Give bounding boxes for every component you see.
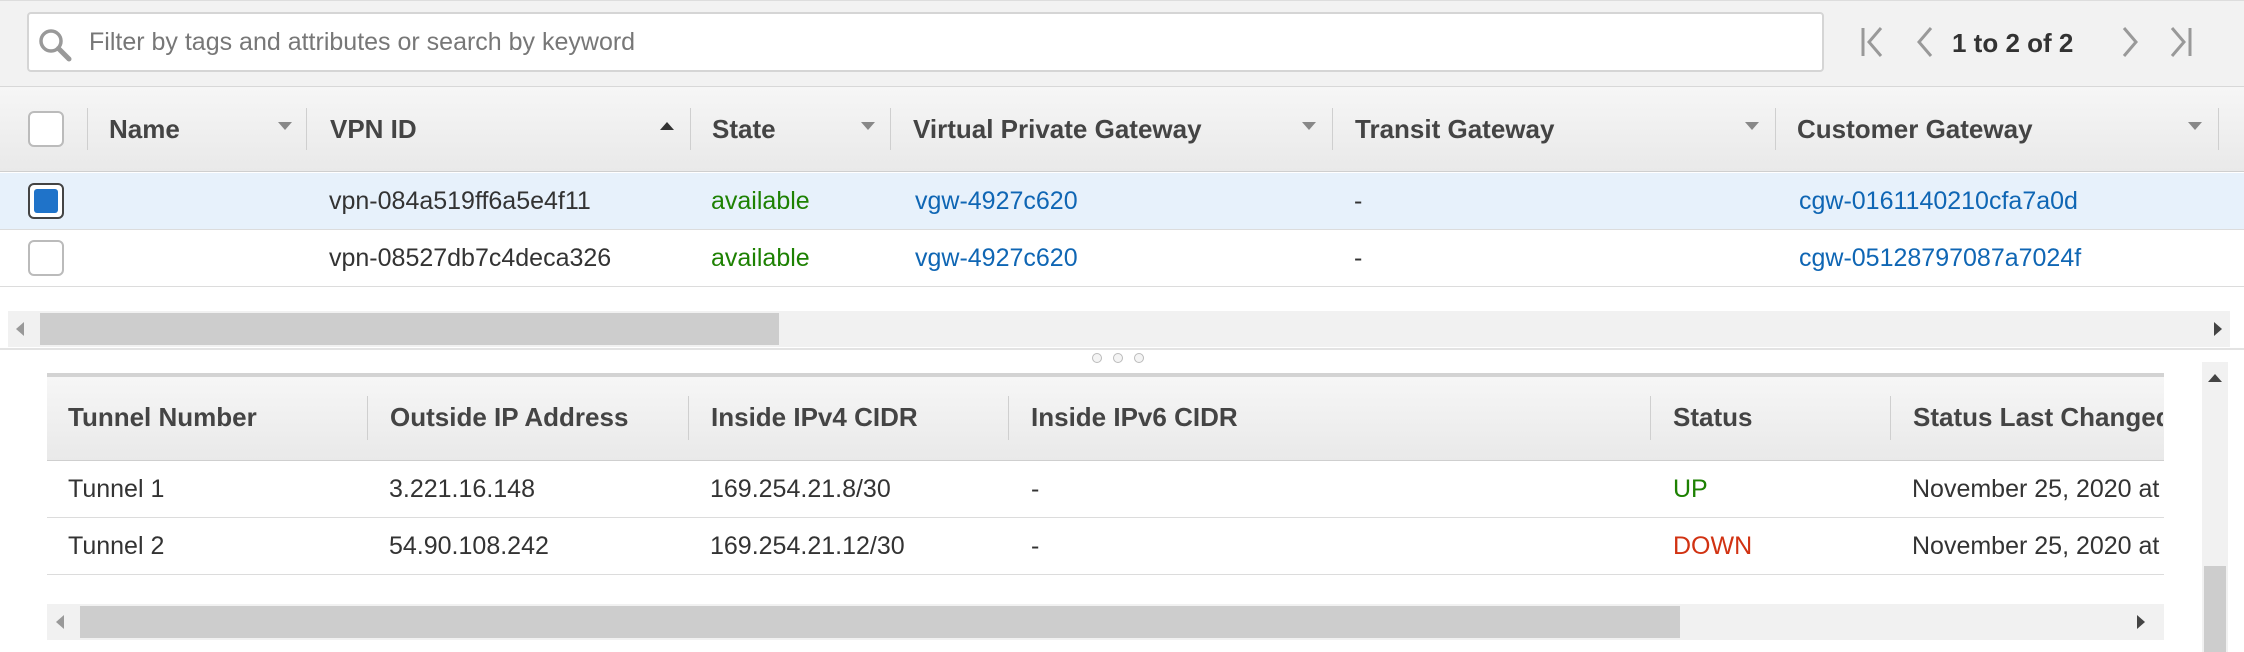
cell-inside-ipv6: - — [1031, 475, 1040, 503]
sort-caret-icon[interactable] — [278, 122, 292, 130]
column-divider — [890, 108, 891, 150]
column-header-state[interactable]: State — [712, 86, 776, 172]
column-divider — [2218, 108, 2219, 150]
scroll-right-icon[interactable] — [2214, 322, 2222, 336]
cell-tunnel-number: Tunnel 2 — [68, 532, 165, 560]
scroll-right-icon[interactable] — [2137, 615, 2145, 629]
link-virtual-private-gateway[interactable]: vgw-4927c620 — [915, 230, 1078, 286]
column-header-virtual-private-gateway[interactable]: Virtual Private Gateway — [913, 86, 1202, 172]
cell-vpn-id: vpn-08527db7c4deca326 — [329, 244, 612, 272]
cell-state: available — [711, 244, 810, 272]
scroll-left-icon[interactable] — [56, 615, 64, 629]
cell-inside-ipv4: 169.254.21.8/30 — [710, 475, 891, 503]
column-divider — [688, 396, 689, 440]
pane-splitter[interactable] — [0, 348, 2244, 350]
status-badge: DOWN — [1673, 532, 1753, 560]
scroll-left-icon[interactable] — [16, 322, 24, 336]
select-all-checkbox[interactable] — [28, 111, 64, 147]
column-divider — [1890, 396, 1891, 440]
last-page-icon[interactable] — [2164, 24, 2196, 60]
cell-state: available — [711, 187, 810, 215]
column-divider — [1008, 396, 1009, 440]
scrollbar-thumb[interactable] — [80, 606, 1680, 638]
table-row — [47, 461, 2164, 518]
scrollbar-thumb[interactable] — [2204, 566, 2226, 652]
pagination-label: 1 to 2 of 2 — [1952, 28, 2074, 58]
column-header-vpn-id[interactable]: VPN ID — [330, 86, 417, 172]
cell-inside-ipv6: - — [1031, 532, 1040, 560]
cell-tunnel-number: Tunnel 1 — [68, 475, 165, 503]
cell-inside-ipv4: 169.254.21.12/30 — [710, 532, 905, 560]
splitter-grip-icon[interactable] — [1113, 353, 1123, 363]
cell-status-last-changed: November 25, 2020 at — [1912, 532, 2160, 560]
splitter-grip-icon[interactable] — [1092, 353, 1102, 363]
column-divider — [87, 108, 88, 150]
column-header-transit-gateway[interactable]: Transit Gateway — [1355, 86, 1554, 172]
first-page-icon[interactable] — [1857, 24, 1889, 60]
sort-ascending-icon[interactable] — [660, 122, 674, 130]
status-badge: UP — [1673, 475, 1708, 503]
scrollbar-thumb[interactable] — [40, 313, 779, 345]
previous-page-icon[interactable] — [1909, 24, 1941, 60]
column-header-name[interactable]: Name — [109, 86, 180, 172]
cell-status-last-changed: November 25, 2020 at — [1912, 475, 2160, 503]
column-divider — [367, 396, 368, 440]
column-divider — [1332, 108, 1333, 150]
search-icon — [39, 29, 72, 62]
cell-outside-ip: 3.221.16.148 — [389, 475, 535, 503]
link-virtual-private-gateway[interactable]: vgw-4927c620 — [915, 173, 1078, 229]
column-divider — [306, 108, 307, 150]
cell-transit-gateway: - — [1354, 244, 1363, 272]
row-checkbox[interactable] — [28, 183, 64, 219]
search-input[interactable] — [87, 14, 1807, 70]
scroll-up-icon[interactable] — [2208, 374, 2222, 382]
table-row — [47, 518, 2164, 575]
sort-caret-icon[interactable] — [2188, 122, 2202, 130]
sort-caret-icon[interactable] — [1302, 122, 1316, 130]
link-customer-gateway[interactable]: cgw-0161140210cfa7a0d — [1799, 173, 2078, 229]
link-customer-gateway[interactable]: cgw-05128797087a7024f — [1799, 230, 2081, 286]
cell-vpn-id: vpn-084a519ff6a5e4f11 — [329, 187, 591, 215]
column-divider — [1775, 108, 1776, 150]
splitter-grip-icon[interactable] — [1134, 353, 1144, 363]
column-header-outside-ip: Outside IP Address — [390, 402, 629, 432]
column-header-status-last-changed: Status Last Changed — [1913, 402, 2163, 432]
sort-caret-icon[interactable] — [861, 122, 875, 130]
column-header-inside-ipv4: Inside IPv4 CIDR — [711, 402, 918, 432]
column-header-status: Status — [1673, 402, 1753, 432]
column-header-tunnel-number: Tunnel Number — [68, 402, 257, 432]
sort-caret-icon[interactable] — [1745, 122, 1759, 130]
row-checkbox[interactable] — [28, 240, 64, 276]
cell-outside-ip: 54.90.108.242 — [389, 532, 549, 560]
column-divider — [1650, 396, 1651, 440]
next-page-icon[interactable] — [2114, 24, 2146, 60]
column-header-customer-gateway[interactable]: Customer Gateway — [1797, 86, 2033, 172]
column-divider — [690, 108, 691, 150]
column-header-inside-ipv6: Inside IPv6 CIDR — [1031, 402, 1238, 432]
cell-transit-gateway: - — [1354, 187, 1363, 215]
